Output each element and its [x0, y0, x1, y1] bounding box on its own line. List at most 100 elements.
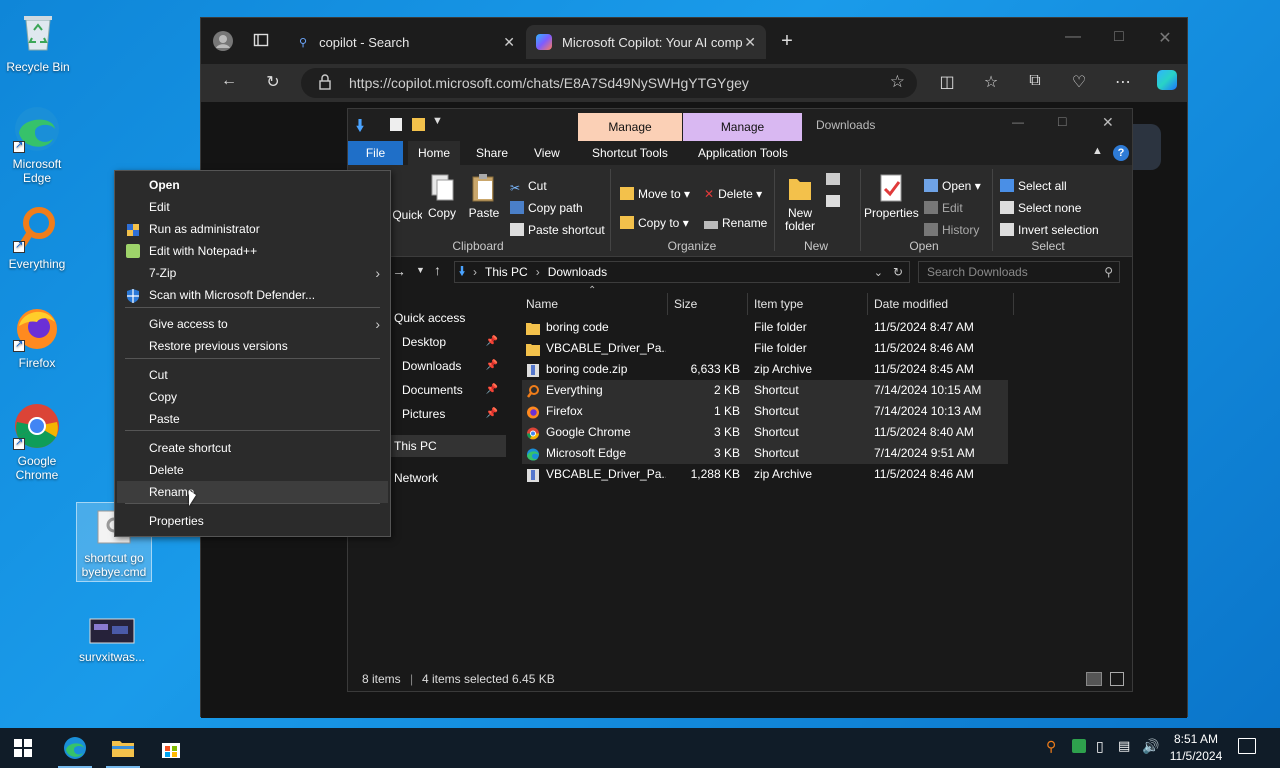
- close-window-icon[interactable]: ✕: [1151, 28, 1179, 48]
- move-to-button[interactable]: Move to ▾: [620, 187, 690, 201]
- column-header-date-modified[interactable]: Date modified: [870, 293, 1014, 315]
- file-row[interactable]: boring code File folder 11/5/2024 8:47 AM: [522, 317, 1008, 338]
- recent-locations-icon[interactable]: ▼: [416, 265, 425, 275]
- paste-shortcut-button[interactable]: Paste shortcut: [510, 223, 605, 237]
- tab-shortcut-tools[interactable]: Shortcut Tools: [582, 141, 678, 165]
- edit-button[interactable]: Edit: [924, 201, 963, 215]
- menu-item-rename[interactable]: Rename: [117, 481, 388, 503]
- menu-item-edit-with-notepad[interactable]: Edit with Notepad++: [117, 240, 388, 262]
- desktop-icon-everything[interactable]: Everything: [0, 205, 75, 271]
- desktop-icon-edge[interactable]: Microsoft Edge: [0, 105, 75, 185]
- tab-application-tools[interactable]: Application Tools: [688, 141, 798, 165]
- new-folder-button[interactable]: New folder: [780, 173, 820, 233]
- ribbon-manage-app-tab[interactable]: Manage: [683, 113, 802, 141]
- tab-home[interactable]: Home: [408, 141, 461, 165]
- file-row[interactable]: Microsoft Edge 3 KB Shortcut 7/14/2024 9:51…: [522, 443, 1008, 464]
- tab-share[interactable]: Share: [466, 141, 518, 165]
- more-menu-icon[interactable]: ⋯: [1109, 72, 1137, 92]
- taskbar-store[interactable]: [148, 728, 194, 768]
- new-folder-quick-icon[interactable]: [412, 118, 425, 131]
- tab-copilot-search[interactable]: ⚲ copilot - Search ✕: [289, 25, 525, 59]
- menu-item-copy[interactable]: Copy: [117, 386, 388, 408]
- refresh-icon[interactable]: ↻: [259, 72, 287, 92]
- usb-eject-icon[interactable]: ▯: [1096, 738, 1104, 755]
- menu-item-open[interactable]: Open: [117, 174, 388, 196]
- new-item-icon[interactable]: [826, 173, 840, 185]
- file-row[interactable]: boring code.zip 6,633 KB zip Archive 11/5/2…: [522, 359, 1008, 380]
- open-button[interactable]: Open ▾: [924, 179, 981, 193]
- network-icon[interactable]: ▤: [1118, 738, 1130, 754]
- cut-button[interactable]: ✂ Cut: [510, 179, 547, 195]
- menu-item-create-shortcut[interactable]: Create shortcut: [117, 437, 388, 459]
- minimize-icon[interactable]: —: [1012, 115, 1024, 129]
- clock-date[interactable]: 11/5/2024: [1168, 749, 1224, 763]
- desktop-icon-recycle-bin[interactable]: Recycle Bin: [0, 8, 76, 74]
- up-icon[interactable]: ↑: [434, 262, 441, 278]
- path-segment-this-pc[interactable]: This PC: [485, 265, 528, 279]
- paste-button[interactable]: Paste: [466, 173, 502, 220]
- invert-selection-button[interactable]: Invert selection: [1000, 223, 1099, 237]
- desktop-icon-chrome[interactable]: Google Chrome: [0, 402, 75, 482]
- menu-item-cut[interactable]: Cut: [117, 364, 388, 386]
- delete-button[interactable]: ✕ Delete ▾: [704, 187, 762, 201]
- profile-icon[interactable]: [209, 30, 237, 57]
- copy-button[interactable]: Copy: [424, 173, 460, 220]
- pin-to-quick-access-button[interactable]: Quick access: [388, 175, 422, 222]
- desktop-icon-image-file[interactable]: survxitwas...: [74, 616, 150, 664]
- path-segment-downloads[interactable]: Downloads: [548, 265, 607, 279]
- close-tab-icon[interactable]: ✕: [503, 34, 515, 51]
- properties-button[interactable]: Properties: [864, 173, 919, 220]
- menu-item-run-as-administrator[interactable]: Run as administrator: [117, 218, 388, 240]
- properties-quick-icon[interactable]: [390, 118, 402, 131]
- copy-path-button[interactable]: Copy path: [510, 201, 583, 215]
- ribbon-manage-shortcut-tab[interactable]: Manage: [578, 113, 682, 141]
- back-icon[interactable]: ←: [215, 72, 243, 90]
- start-button[interactable]: [0, 728, 46, 768]
- select-none-button[interactable]: Select none: [1000, 201, 1081, 215]
- menu-item-properties[interactable]: Properties: [117, 510, 388, 532]
- split-screen-icon[interactable]: ◫: [933, 72, 961, 92]
- file-row[interactable]: VBCABLE_Driver_Pa... File folder 11/5/2024…: [522, 338, 1008, 359]
- search-downloads-input[interactable]: Search Downloads ⚲: [918, 261, 1120, 283]
- copilot-sidebar-icon[interactable]: [1153, 70, 1181, 95]
- column-header-item-type[interactable]: Item type: [750, 293, 868, 315]
- collections-icon[interactable]: ⧉: [1021, 72, 1049, 90]
- menu-item-scan-with-microsoft-defender[interactable]: Scan with Microsoft Defender...: [117, 284, 388, 306]
- maximize-icon[interactable]: □: [1058, 113, 1066, 129]
- browser-essentials-icon[interactable]: ♡: [1065, 72, 1093, 92]
- volume-icon[interactable]: 🔊: [1142, 738, 1159, 755]
- favorites-icon[interactable]: ☆: [977, 72, 1005, 92]
- large-icons-view-icon[interactable]: [1110, 672, 1124, 686]
- address-bar[interactable]: https://copilot.microsoft.com/chats/E8A7…: [301, 68, 917, 98]
- tab-file[interactable]: File: [348, 141, 403, 165]
- rename-button[interactable]: Rename: [704, 216, 767, 230]
- minimize-icon[interactable]: —: [1059, 28, 1087, 46]
- customize-toolbar-icon[interactable]: ▼: [432, 115, 443, 127]
- column-header-name[interactable]: Name: [522, 293, 668, 315]
- favorite-star-icon[interactable]: ☆: [890, 72, 905, 92]
- close-tab-icon[interactable]: ✕: [744, 34, 756, 51]
- menu-item-restore-previous-versions[interactable]: Restore previous versions: [117, 335, 388, 357]
- forward-icon[interactable]: →: [392, 263, 406, 279]
- column-header-size[interactable]: Size: [670, 293, 748, 315]
- tab-view[interactable]: View: [524, 141, 570, 165]
- defender-tray-icon[interactable]: [1072, 739, 1086, 753]
- refresh-icon[interactable]: ↻: [893, 265, 903, 279]
- clock-time[interactable]: 8:51 AM: [1168, 732, 1224, 746]
- copy-to-button[interactable]: Copy to ▾: [620, 216, 689, 230]
- menu-item-edit[interactable]: Edit: [117, 196, 388, 218]
- new-tab-icon[interactable]: +: [773, 30, 801, 53]
- file-row[interactable]: VBCABLE_Driver_Pa... 1,288 KB zip Archive 1…: [522, 464, 1008, 485]
- details-view-icon[interactable]: [1086, 672, 1102, 686]
- maximize-icon[interactable]: □: [1105, 28, 1133, 46]
- taskbar-edge[interactable]: [52, 728, 98, 768]
- close-window-icon[interactable]: ✕: [1102, 114, 1114, 131]
- file-row[interactable]: Firefox 1 KB Shortcut 7/14/2024 10:13 AM: [522, 401, 1008, 422]
- menu-item-delete[interactable]: Delete: [117, 459, 388, 481]
- easy-access-icon[interactable]: [826, 195, 840, 207]
- help-icon[interactable]: ?: [1113, 145, 1129, 161]
- menu-item-give-access-to[interactable]: Give access to ›: [117, 313, 388, 335]
- notifications-icon[interactable]: [1238, 738, 1256, 754]
- history-button[interactable]: History: [924, 223, 979, 237]
- tab-actions-icon[interactable]: [247, 32, 275, 53]
